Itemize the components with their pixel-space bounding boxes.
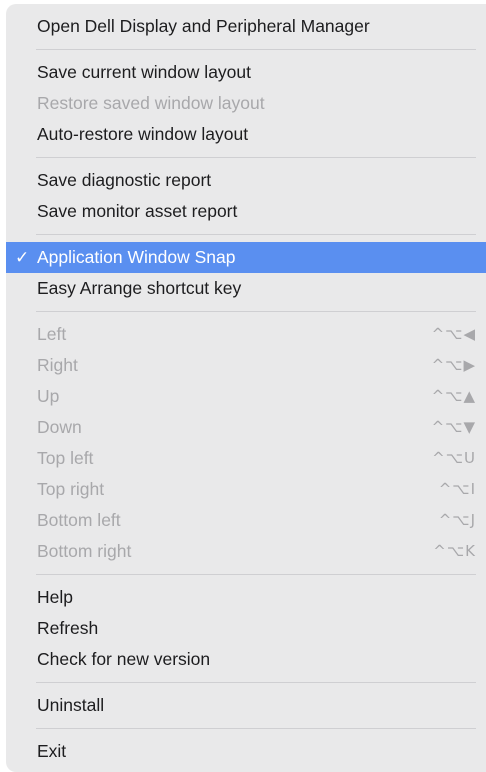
menu-item-label: Right [37, 355, 78, 375]
menu-item-exit[interactable]: Exit [6, 736, 486, 767]
menu-item-top-left[interactable]: Top left ^⌥U [6, 443, 486, 474]
menu-item-right[interactable]: Right ^⌥▶ [6, 350, 486, 381]
keyboard-shortcut: ^⌥▶ [431, 356, 476, 374]
menu-item-label: Left [37, 324, 67, 344]
menu-item-save-current-window-layout[interactable]: Save current window layout [6, 57, 486, 88]
context-menu: Open Dell Display and Peripheral Manager… [6, 4, 486, 772]
keyboard-shortcut: ^⌥▲ [431, 387, 476, 405]
menu-separator [36, 728, 476, 729]
menu-item-auto-restore-window-layout[interactable]: Auto-restore window layout [6, 119, 486, 150]
menu-item-up[interactable]: Up ^⌥▲ [6, 381, 486, 412]
menu-item-label: Easy Arrange shortcut key [37, 278, 242, 298]
menu-separator [36, 234, 476, 235]
menu-item-label: Auto-restore window layout [37, 124, 249, 144]
menu-item-down[interactable]: Down ^⌥▼ [6, 412, 486, 443]
menu-item-uninstall[interactable]: Uninstall [6, 690, 486, 721]
menu-item-label: Refresh [37, 618, 99, 638]
menu-item-open-dell-display-and-peripheral-manager[interactable]: Open Dell Display and Peripheral Manager [6, 11, 486, 42]
keyboard-shortcut: ^⌥U [432, 449, 476, 467]
keyboard-shortcut: ^⌥J [438, 511, 476, 529]
menu-item-label: Bottom left [37, 510, 121, 530]
menu-item-top-right[interactable]: Top right ^⌥I [6, 474, 486, 505]
checkmark-icon: ✓ [15, 248, 30, 267]
menu-item-help[interactable]: Help [6, 582, 486, 613]
keyboard-shortcut: ^⌥◀ [431, 325, 476, 343]
menu-item-check-for-new-version[interactable]: Check for new version [6, 644, 486, 675]
menu-separator [36, 682, 476, 683]
menu-item-label: Up [37, 386, 60, 406]
menu-item-label: Restore saved window layout [37, 93, 265, 113]
menu-item-save-monitor-asset-report[interactable]: Save monitor asset report [6, 196, 486, 227]
menu-item-label: Top right [37, 479, 105, 499]
menu-separator [36, 311, 476, 312]
menu-item-bottom-left[interactable]: Bottom left ^⌥J [6, 505, 486, 536]
menu-separator [36, 574, 476, 575]
menu-item-label: Down [37, 417, 82, 437]
keyboard-shortcut: ^⌥▼ [431, 418, 476, 436]
keyboard-shortcut: ^⌥I [438, 480, 476, 498]
menu-item-restore-saved-window-layout[interactable]: Restore saved window layout [6, 88, 486, 119]
menu-item-label: Uninstall [37, 695, 105, 715]
menu-item-application-window-snap[interactable]: ✓ Application Window Snap [6, 242, 486, 273]
menu-item-save-diagnostic-report[interactable]: Save diagnostic report [6, 165, 486, 196]
menu-item-label: Application Window Snap [37, 247, 236, 267]
menu-item-left[interactable]: Left ^⌥◀ [6, 319, 486, 350]
menu-separator [36, 49, 476, 50]
menu-item-label: Open Dell Display and Peripheral Manager [37, 16, 370, 36]
menu-separator [36, 157, 476, 158]
menu-item-label: Check for new version [37, 649, 211, 669]
menu-item-label: Exit [37, 741, 67, 761]
menu-item-bottom-right[interactable]: Bottom right ^⌥K [6, 536, 486, 567]
menu-item-refresh[interactable]: Refresh [6, 613, 486, 644]
menu-item-label: Top left [37, 448, 94, 468]
menu-item-label: Save current window layout [37, 62, 251, 82]
menu-item-label: Bottom right [37, 541, 132, 561]
menu-item-label: Save diagnostic report [37, 170, 212, 190]
keyboard-shortcut: ^⌥K [433, 542, 476, 560]
menu-item-easy-arrange-shortcut-key[interactable]: Easy Arrange shortcut key [6, 273, 486, 304]
menu-item-label: Help [37, 587, 73, 607]
menu-item-label: Save monitor asset report [37, 201, 238, 221]
